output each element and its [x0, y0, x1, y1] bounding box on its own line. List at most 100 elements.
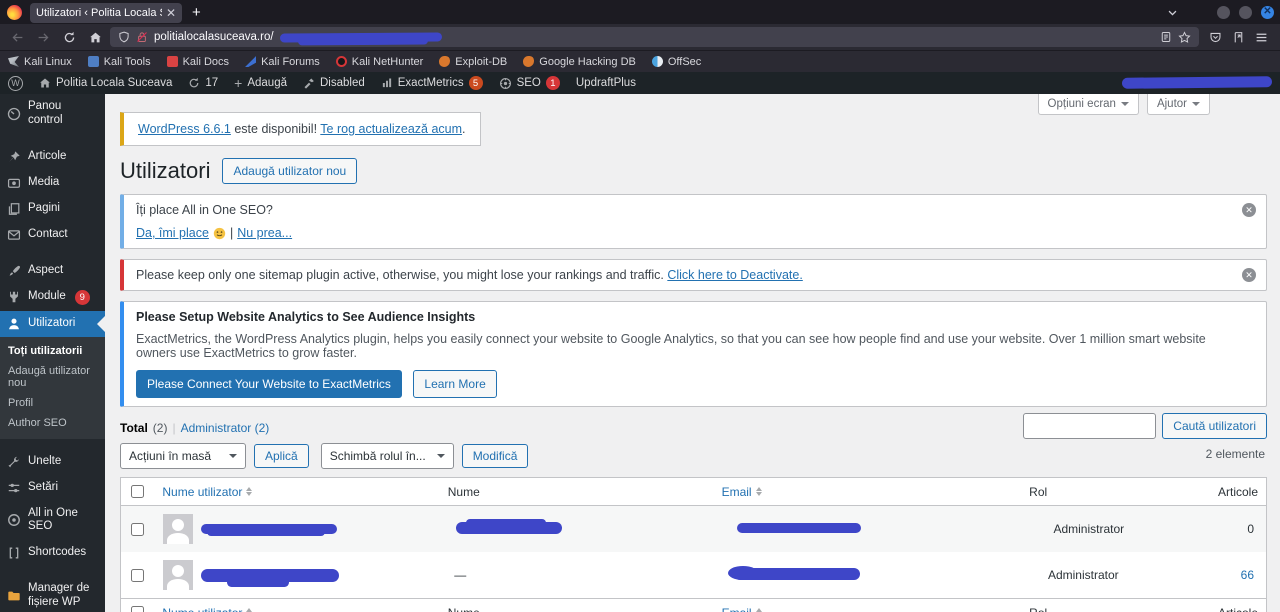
screen-options-button[interactable]: Opțiuni ecran [1037, 94, 1139, 115]
posts-cell: 66 [1233, 560, 1266, 590]
users-submenu: Toți utilizatorii Adaugă utilizator nou … [0, 336, 105, 439]
plus-icon: + [234, 75, 243, 91]
updates-menu[interactable]: 17 [180, 72, 226, 94]
wordpress-version-link[interactable]: WordPress 6.6.1 [138, 122, 231, 136]
browser-tab[interactable]: Utilizatori ‹ Politia Locala Suc ✕ [30, 3, 182, 23]
apply-button[interactable]: Aplică [254, 444, 309, 468]
offsec-favicon [651, 56, 663, 67]
update-now-link[interactable]: Te rog actualizează acum [320, 122, 462, 136]
forward-icon[interactable] [32, 27, 54, 47]
site-name-menu[interactable]: Politia Locala Suceava [31, 72, 180, 94]
kali-tools-favicon [87, 56, 99, 67]
sidebar-item-users[interactable]: Utilizatori [0, 310, 105, 337]
dismiss-icon[interactable]: ✕ [1242, 203, 1256, 217]
bookmark-exploit-db[interactable]: Exploit-DB [439, 56, 507, 68]
updates-icon [190, 77, 199, 88]
kali-forums-favicon [245, 56, 257, 67]
redacted-url-path [279, 31, 442, 43]
bulk-actions-select[interactable]: Acțiuni în masă [120, 443, 246, 469]
window-close-button[interactable]: ✕ [1261, 5, 1274, 19]
sidebar-item-posts[interactable]: Articole [0, 144, 105, 170]
view-administrator-link[interactable]: Administrator (2) [181, 421, 270, 435]
tab-close-icon[interactable]: ✕ [166, 6, 176, 20]
bookmark-offsec[interactable]: OffSec [651, 56, 701, 68]
learn-more-button[interactable]: Learn More [413, 370, 497, 398]
deactivate-link[interactable]: Click here to Deactivate. [667, 268, 802, 282]
aioseo-yes-link[interactable]: Da, îmi place [136, 226, 209, 240]
reader-mode-icon[interactable] [1160, 31, 1172, 43]
redacted-username[interactable] [200, 568, 339, 587]
submenu-add-new-user[interactable]: Adaugă utilizator nou [0, 361, 105, 393]
exactmetrics-badge: 5 [468, 76, 483, 90]
seo-badge: 1 [545, 76, 560, 90]
sidebar-item-plugins[interactable]: Module 9 [0, 284, 105, 311]
submenu-author-seo[interactable]: Author SEO [0, 413, 105, 433]
sidebar-item-file-manager[interactable]: Manager de fișiere WP [0, 576, 105, 612]
reload-icon[interactable] [58, 27, 80, 47]
bookmark-google-hacking-db[interactable]: Google Hacking DB [523, 56, 636, 68]
submenu-all-users[interactable]: Toți utilizatorii [0, 341, 105, 361]
header-posts: Articole [1210, 600, 1266, 612]
sidebar-item-aioseo[interactable]: All in One SEO [0, 501, 105, 541]
bookmark-kali-docs[interactable]: Kali Docs [166, 56, 229, 68]
users-icon [7, 317, 21, 331]
back-icon[interactable] [6, 27, 28, 47]
list-tabs-chevron-icon[interactable] [1167, 7, 1178, 18]
users-table: Nume utilizator Nume Email Rol Articole … [120, 477, 1267, 612]
sidebar-item-pages[interactable]: Pagini [0, 196, 105, 222]
sidebar-item-settings[interactable]: Setări [0, 475, 105, 501]
updraftplus-menu[interactable]: UpdraftPlus [568, 72, 644, 94]
sort-email-link[interactable]: Email [722, 605, 762, 612]
maximize-button[interactable] [1239, 5, 1252, 19]
pocket-icon[interactable] [1209, 31, 1222, 44]
help-button[interactable]: Ajutor [1146, 94, 1210, 115]
connect-website-button[interactable]: Please Connect Your Website to ExactMetr… [136, 370, 402, 398]
sort-username-link[interactable]: Nume utilizator [162, 484, 253, 499]
wp-logo-menu[interactable]: W [0, 72, 31, 94]
tracking-shield-icon[interactable] [118, 31, 130, 43]
disabled-menu[interactable]: Disabled [295, 72, 373, 94]
aioseo-no-link[interactable]: Nu prea... [237, 226, 292, 240]
minimize-button[interactable] [1217, 5, 1230, 19]
add-new-user-button[interactable]: Adaugă utilizator nou [222, 158, 358, 184]
seo-menu[interactable]: SEO 1 [491, 72, 568, 94]
bookmark-star-icon[interactable] [1178, 30, 1191, 44]
modify-button[interactable]: Modifică [461, 444, 529, 468]
redacted-username[interactable] [200, 524, 337, 536]
select-all-checkbox[interactable] [131, 606, 145, 612]
url-bar[interactable]: politialocalasuceava.ro/ [110, 27, 1199, 47]
sidebar-item-contact[interactable]: Contact [0, 222, 105, 248]
change-role-select[interactable]: Schimbă rolul în... [320, 443, 454, 469]
bookmark-kali-tools[interactable]: Kali Tools [87, 56, 151, 68]
bookmark-kali-forums[interactable]: Kali Forums [245, 56, 320, 68]
dismiss-icon[interactable]: ✕ [1242, 268, 1256, 282]
menu-hamburger-icon[interactable] [1255, 31, 1268, 44]
bookmark-kali-linux[interactable]: Kali Linux [8, 56, 72, 68]
home-icon[interactable] [84, 27, 106, 47]
save-to-library-icon[interactable] [1232, 31, 1245, 44]
insecure-lock-icon[interactable] [136, 31, 148, 43]
bookmark-kali-nethunter[interactable]: Kali NetHunter [335, 56, 423, 68]
url-text: politialocalasuceava.ro/ [154, 31, 274, 43]
sidebar-item-appearance[interactable]: Aspect [0, 258, 105, 284]
name-cell: — [454, 568, 467, 582]
sidebar-item-shortcodes[interactable]: Shortcodes [0, 540, 105, 566]
submenu-profile[interactable]: Profil [0, 393, 105, 413]
search-users-input[interactable] [1023, 413, 1157, 439]
sidebar-item-dashboard[interactable]: Panou control [0, 94, 105, 134]
new-tab-button[interactable]: + [182, 4, 211, 21]
sort-email-link[interactable]: Email [722, 484, 762, 499]
posts-count-link[interactable]: 66 [1241, 568, 1254, 582]
kali-linux-favicon [8, 56, 19, 67]
sort-username-link[interactable]: Nume utilizator [162, 605, 253, 612]
search-users-button[interactable]: Caută utilizatori [1162, 413, 1267, 439]
select-all-checkbox[interactable] [131, 485, 145, 498]
exactmetrics-menu[interactable]: ExactMetrics 5 [373, 72, 491, 94]
new-content-menu[interactable]: + Adaugă [226, 72, 295, 94]
row-checkbox[interactable] [131, 568, 145, 582]
sidebar-item-media[interactable]: Media [0, 170, 105, 196]
avatar [162, 514, 193, 544]
sidebar-item-tools[interactable]: Unelte [0, 449, 105, 475]
header-role: Rol [1029, 484, 1048, 499]
row-checkbox[interactable] [131, 522, 145, 536]
